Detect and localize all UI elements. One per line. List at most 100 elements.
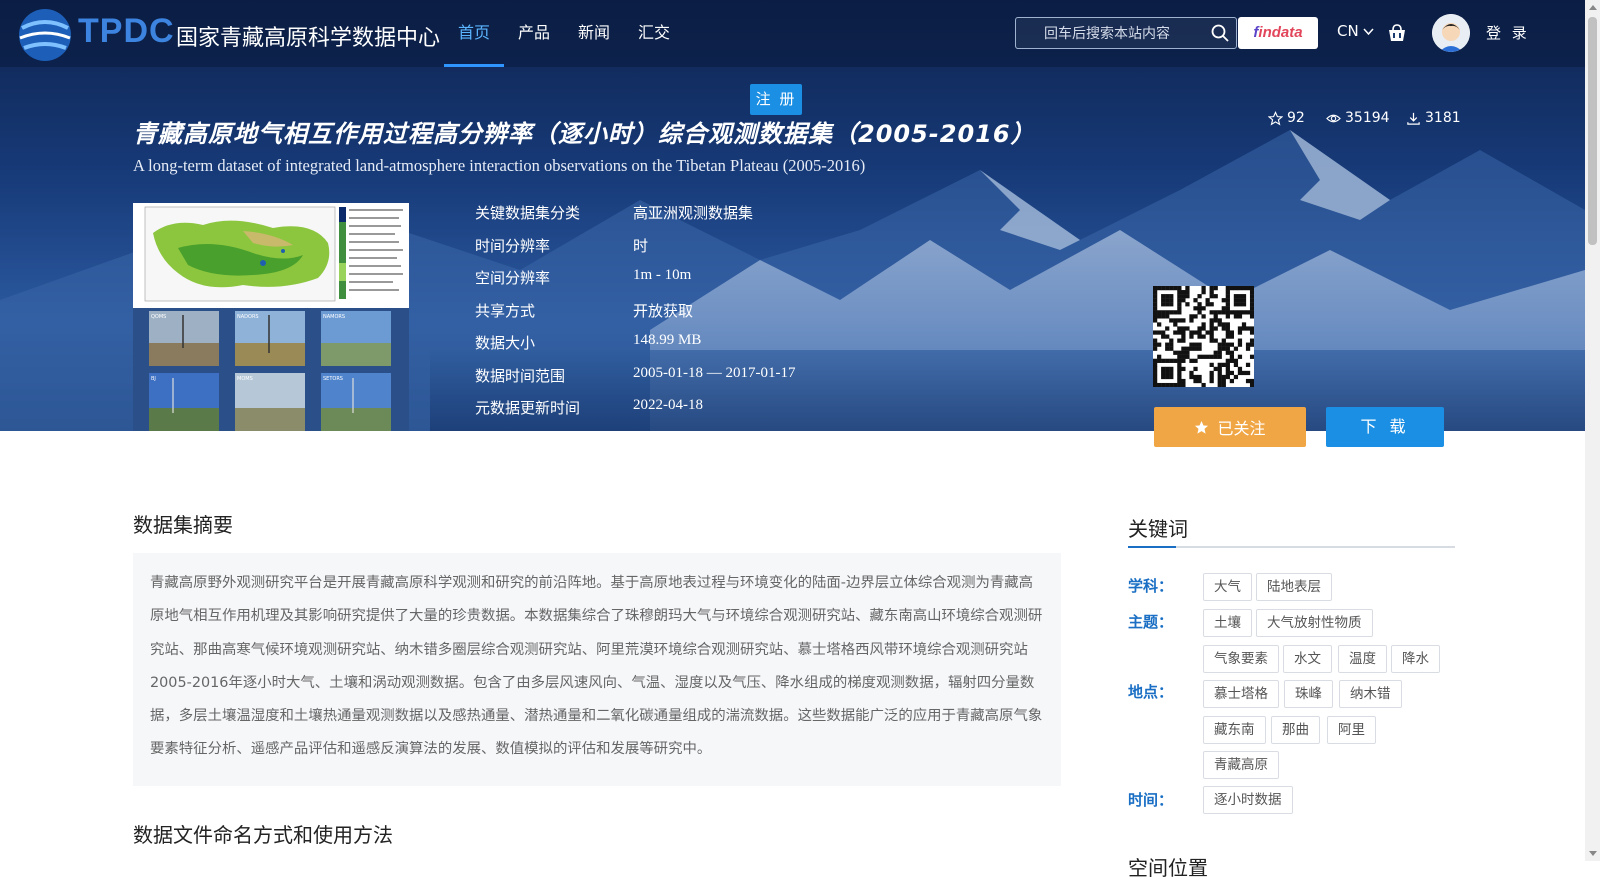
meta-key: 元数据更新时间	[475, 399, 581, 417]
abstract-heading: 数据集摘要	[133, 513, 233, 537]
keyword-tag[interactable]: 土壤	[1203, 609, 1252, 637]
meta-value: 2005-01-18 — 2017-01-17	[633, 364, 796, 381]
thumb-site-6: SETORS	[323, 376, 343, 382]
thumb-site-3: NAMORS	[323, 314, 345, 320]
language-label: CN	[1337, 22, 1359, 40]
register-button[interactable]: 注 册	[750, 84, 802, 115]
thumbnail-image: QOMS NADORS NAMORS BJ MOMS SETORS	[133, 203, 409, 431]
findata-rest: indata	[1258, 24, 1303, 41]
search-box	[1015, 17, 1237, 50]
download-count-value: 3181	[1425, 110, 1461, 126]
view-count: 35194	[1326, 110, 1390, 126]
meta-value: 1m - 10m	[633, 267, 692, 283]
scroll-up-arrow-icon[interactable]	[1589, 5, 1597, 10]
keyword-label-theme: 主题：	[1128, 613, 1174, 631]
keyword-tag[interactable]: 降水	[1391, 645, 1440, 673]
dataset-thumbnail[interactable]: QOMS NADORS NAMORS BJ MOMS SETORS	[133, 203, 409, 431]
dataset-title-en: A long-term dataset of integrated land-a…	[133, 156, 866, 175]
star-count: 92	[1268, 110, 1305, 126]
chevron-down-icon	[1363, 28, 1375, 36]
keyword-tag[interactable]: 慕士塔格	[1203, 680, 1279, 708]
usage-heading: 数据文件命名方式和使用方法	[133, 823, 393, 847]
main-menu: 首页 产品 新闻 汇交	[444, 0, 684, 67]
meta-row: 关键数据集分类 高亚洲观测数据集	[475, 202, 795, 235]
search-icon[interactable]	[1210, 23, 1230, 43]
download-count: 3181	[1406, 110, 1461, 126]
meta-row: 时间分辨率 时	[475, 235, 795, 268]
abstract-box: 青藏高原野外观测研究平台是开展青藏高原科学观测和研究的前沿阵地。基于高原地表过程…	[133, 553, 1061, 786]
meta-key: 共享方式	[475, 301, 536, 320]
keyword-tag[interactable]: 大气放射性物质	[1256, 609, 1373, 637]
download-button[interactable]: 下 载	[1326, 407, 1444, 447]
keywords-heading: 关键词	[1128, 517, 1188, 541]
meta-value: 开放获取	[633, 303, 694, 320]
top-navbar: TPDC 国家青藏高原科学数据中心 首页 产品 新闻 汇交 findata CN…	[0, 0, 1585, 67]
meta-key: 数据大小	[475, 334, 536, 352]
language-selector[interactable]: CN	[1337, 22, 1375, 40]
follow-label: 已关注	[1217, 419, 1266, 438]
meta-row: 数据时间范围 2005-01-18 — 2017-01-17	[475, 365, 795, 398]
keyword-tag[interactable]: 那曲	[1271, 716, 1320, 744]
keyword-label-subject: 学科：	[1128, 577, 1174, 595]
site-logo[interactable]: TPDC 国家青藏高原科学数据中心	[16, 4, 440, 64]
keyword-tag[interactable]: 大气	[1203, 573, 1252, 601]
thumb-site-2: NADORS	[237, 314, 259, 320]
meta-value: 高亚洲观测数据集	[633, 206, 754, 222]
meta-key: 数据时间范围	[475, 366, 566, 385]
meta-key: 关键数据集分类	[475, 204, 581, 222]
meta-row: 元数据更新时间 2022-04-18	[475, 397, 795, 430]
dataset-title-cn: 青藏高原地气相互作用过程高分辨率（逐小时）综合观测数据集（2005-2016）	[133, 120, 1036, 148]
abstract-text: 青藏高原野外观测研究平台是开展青藏高原科学观测和研究的前沿阵地。基于高原地表过程…	[150, 575, 1043, 758]
meta-value: 2022-04-18	[633, 397, 703, 413]
meta-row: 共享方式 开放获取	[475, 300, 795, 333]
findata-button[interactable]: findata	[1238, 17, 1318, 49]
scrollbar-thumb[interactable]	[1588, 17, 1597, 245]
meta-key: 空间分辨率	[475, 269, 551, 287]
thumb-site-1: QOMS	[151, 314, 166, 320]
thumb-site-5: MOMS	[237, 376, 253, 382]
star-filled-icon	[1195, 420, 1209, 434]
user-avatar-icon	[1432, 14, 1470, 52]
download-icon	[1407, 112, 1420, 125]
keyword-tag[interactable]: 温度	[1338, 645, 1387, 673]
eye-icon	[1326, 114, 1341, 122]
view-count-value: 35194	[1345, 110, 1390, 126]
menu-item-news[interactable]: 新闻	[564, 0, 624, 67]
meta-value: 时	[633, 238, 649, 255]
meta-value: 148.99 MB	[633, 332, 702, 348]
keyword-tag[interactable]: 青藏高原	[1203, 751, 1279, 779]
keyword-tag[interactable]: 珠峰	[1284, 680, 1333, 708]
keyword-tag[interactable]: 阿里	[1327, 716, 1376, 744]
star-count-value: 92	[1287, 110, 1305, 126]
meta-row: 空间分辨率 1m - 10m	[475, 267, 795, 300]
metadata-table: 关键数据集分类 高亚洲观测数据集 时间分辨率 时 空间分辨率 1m - 10m 共享方…	[475, 202, 795, 430]
logo-name: 国家青藏高原科学数据中心	[176, 26, 441, 51]
keyword-tag[interactable]: 陆地表层	[1256, 573, 1332, 601]
keyword-label-time: 时间：	[1128, 791, 1174, 809]
location-heading: 空间位置	[1128, 856, 1208, 880]
menu-item-submit[interactable]: 汇交	[624, 0, 684, 67]
follow-button[interactable]: 已关注	[1154, 407, 1306, 447]
keyword-tag[interactable]: 藏东南	[1203, 716, 1266, 744]
avatar[interactable]	[1432, 14, 1470, 52]
scroll-down-arrow-icon[interactable]	[1589, 851, 1597, 856]
thumb-site-4: BJ	[151, 376, 156, 382]
menu-item-products[interactable]: 产品	[504, 0, 564, 67]
keyword-tag[interactable]: 纳木错	[1339, 680, 1402, 708]
logo-abbr: TPDC	[78, 12, 175, 50]
keyword-label-place: 地点：	[1128, 683, 1174, 701]
keyword-tag[interactable]: 逐小时数据	[1203, 786, 1293, 814]
search-input[interactable]	[1026, 18, 1216, 50]
qr-code-icon	[1153, 286, 1255, 388]
keywords-divider	[1128, 546, 1455, 548]
page-scrollbar[interactable]	[1585, 0, 1600, 861]
menu-item-home[interactable]: 首页	[444, 0, 505, 67]
keyword-tag[interactable]: 水文	[1283, 645, 1332, 673]
globe-logo-icon	[19, 9, 71, 61]
login-link[interactable]: 登 录	[1486, 22, 1530, 43]
star-icon	[1268, 110, 1283, 125]
cart-icon[interactable]	[1386, 22, 1408, 44]
meta-key: 时间分辨率	[475, 236, 551, 255]
meta-row: 数据大小 148.99 MB	[475, 332, 795, 365]
keyword-tag[interactable]: 气象要素	[1203, 645, 1279, 673]
